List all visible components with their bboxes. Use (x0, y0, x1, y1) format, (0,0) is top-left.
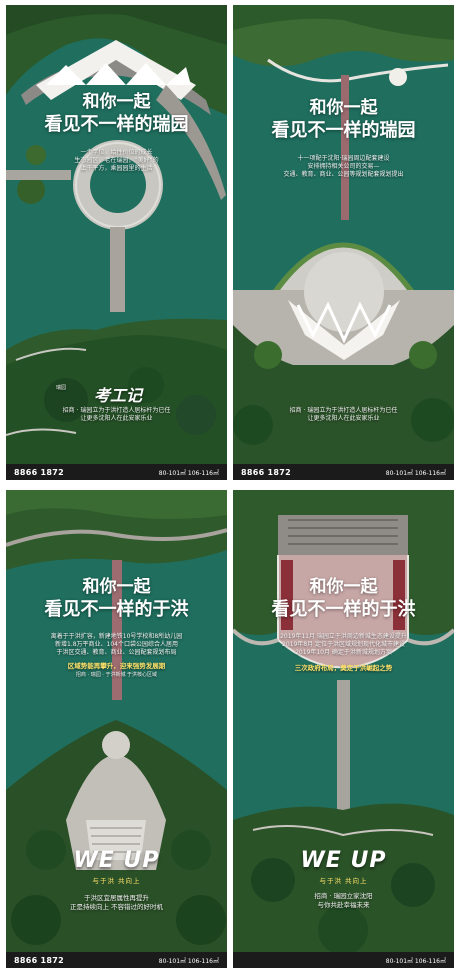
body-line: 于洪区交通、教育、商业、公园配套规划布局 (56, 649, 177, 656)
headline-line1: 和你一起 (309, 98, 378, 118)
poster-1: 和你一起 看见不一样的瑞园 一个学位，给性价位的成长 生态园区，老在瑞园，“美好… (6, 5, 227, 480)
highlight-text: 区域势能再攀升，迎来强势发展期 (67, 662, 166, 670)
body-line: 交通、教育、商业、公园等规划配套规划提出 (283, 171, 404, 178)
poster-4: 和你一起 看见不一样的于洪 2019年11月 瑞园立于洪周边新城生态建设提升 2… (233, 490, 454, 968)
body-line: 一个学位，给性价位的成长 (80, 149, 153, 156)
phone-number: 8866 1872 (14, 955, 65, 965)
body-line: 2019年10月 确定于洪新城规划方案 (295, 649, 392, 656)
body-text: 2019年11月 瑞园立于洪周边新城生态建设提升 2019年8月 定位于洪区域规… (233, 633, 454, 657)
body-line: 新增1.8万平商业、104个口袋公园综合人居用 (55, 641, 178, 648)
weup-subtitle: 与于洪 共向上 (92, 877, 141, 885)
poster-3: 和你一起 看见不一样的于洪 离着于于洪扩容，新建地铁10号学校和8所幼儿园 新增… (6, 490, 227, 968)
footer-bar: 80-101㎡ 106-116㎡ (233, 952, 454, 968)
bottom-line: 招商 · 瑞园立家沈阳 (314, 892, 373, 900)
phone-number: 8866 1872 (14, 467, 65, 477)
bottom-text: 招商 · 瑞园立为于洪打造人居标杆为已任 让更多沈阳人在此安家乐业 (233, 407, 454, 423)
bottom-line: 与你共赴幸福未来 (317, 901, 370, 909)
bottom-text: 招商 · 瑞园立家沈阳 与你共赴幸福未来 (233, 892, 454, 910)
bottom-line: 让更多沈阳人在此安家乐业 (80, 415, 153, 422)
headline: 和你一起 看见不一样的于洪 (6, 576, 227, 622)
footer-bar: 8866 1872 80-101㎡ 106-116㎡ (233, 464, 454, 480)
area-range: 80-101㎡ 106-116㎡ (385, 469, 446, 477)
headline-line2: 看见不一样的瑞园 (271, 120, 416, 141)
poster-2: 和你一起 看见不一样的瑞园 十一项配于沈阳·瑞园周边配套建设 安排拥持相关公司的… (233, 5, 454, 480)
phone-number: 8866 1872 (241, 467, 292, 477)
headline-line1: 和你一起 (82, 92, 151, 112)
body-line: 十一项配于沈阳·瑞园周边配套建设 (297, 155, 390, 162)
headline-line2: 看见不一样的于洪 (271, 599, 416, 620)
body-line: 2019年8月 定位于洪区域规划现代化城市建设 (282, 641, 405, 648)
body-text: 十一项配于沈阳·瑞园周边配套建设 安排拥持相关公司的交易— 交通、教育、商业、公… (233, 155, 454, 179)
body-line: 安排拥持相关公司的交易— (307, 163, 380, 170)
headline-line2: 看见不一样的于洪 (44, 599, 189, 620)
bottom-text: 招商 · 瑞园立为于洪打造人居标杆为已任 让更多沈阳人在此安家乐业 (6, 407, 227, 423)
body-line: 离着于于洪扩容，新建地铁10号学校和8所幼儿园 (50, 633, 183, 640)
headline-line1: 和你一起 (309, 577, 378, 597)
weup-logo: WE UP (300, 848, 387, 873)
brand-sub: 瑞园 (56, 385, 67, 391)
bottom-text: 于洪区宜居属性再提升 正是持续向上 不容错过的好时机 (6, 894, 227, 912)
body-line: 2019年11月 瑞园立于洪周边新城生态建设提升 (280, 633, 407, 640)
footer-bar: 8866 1872 80-101㎡ 106-116㎡ (6, 952, 227, 968)
weup-subtitle: 与于洪 共向上 (319, 877, 368, 885)
body-text: 一个学位，给性价位的成长 生态园区，老在瑞园，“美好”的 上千平方，乘园园里的生… (6, 149, 227, 173)
highlight-text: 三次政府布局，奠定于洪崛起之势 (294, 664, 393, 672)
bottom-line: 让更多沈阳人在此安家乐业 (307, 415, 380, 422)
bottom-line: 招商 · 瑞园立为于洪打造人居标杆为已任 (289, 407, 398, 414)
bottom-line: 于洪区宜居属性再提升 (84, 894, 149, 902)
body-text: 离着于于洪扩容，新建地铁10号学校和8所幼儿园 新增1.8万平商业、104个口袋… (6, 633, 227, 657)
headline: 和你一起 看见不一样的瑞园 (6, 91, 227, 137)
body-line: 生态园区，老在瑞园，“美好”的 (74, 157, 159, 164)
headline-line1: 和你一起 (82, 577, 151, 597)
footer-bar: 8866 1872 80-101㎡ 106-116㎡ (6, 464, 227, 480)
area-range: 80-101㎡ 106-116㎡ (385, 957, 446, 965)
small-line: 招商 · 瑞园 · 于洪新城 于洪核心区域 (75, 672, 158, 678)
bottom-line: 招商 · 瑞园立为于洪打造人居标杆为已任 (62, 407, 171, 414)
headline: 和你一起 看见不一样的瑞园 (233, 97, 454, 143)
body-line: 上千平方，乘园园里的生活 (80, 165, 153, 172)
brand-logo: 考工记 (94, 386, 143, 405)
headline: 和你一起 看见不一样的于洪 (233, 576, 454, 622)
bottom-line: 正是持续向上 不容错过的好时机 (69, 903, 164, 911)
area-range: 80-101㎡ 106-116㎡ (158, 957, 219, 965)
headline-line2: 看见不一样的瑞园 (44, 114, 189, 135)
area-range: 80-101㎡ 106-116㎡ (158, 469, 219, 477)
weup-logo: WE UP (73, 848, 160, 873)
